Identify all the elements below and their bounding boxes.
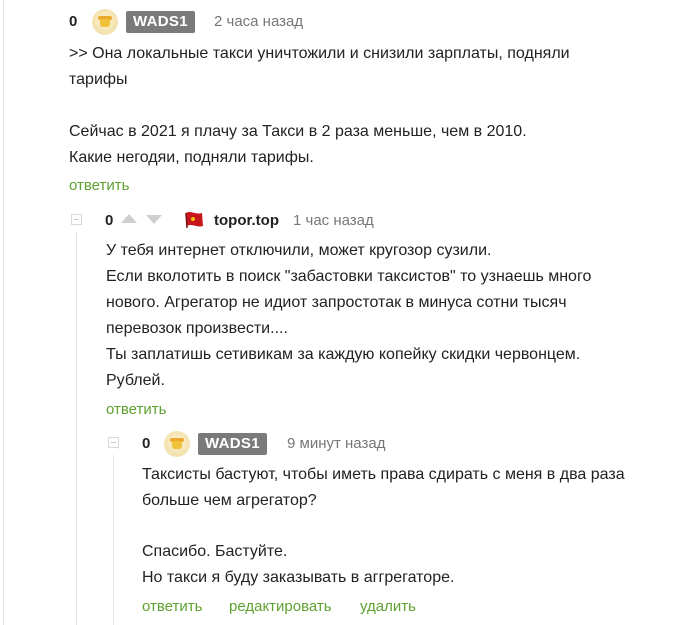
- edit-button[interactable]: редактировать: [229, 598, 332, 615]
- reply-button[interactable]: ответить: [69, 177, 129, 194]
- comment-body-line: Спасибо. Бастуйте.: [142, 543, 288, 560]
- comment-time[interactable]: 1 час назад: [293, 212, 374, 229]
- comment-body-line: Но такси я буду заказывать в аггрегаторе…: [142, 569, 455, 586]
- comment-body-line: Какие негодяи, подняли тарифы.: [69, 149, 314, 166]
- avatar-box-icon: [100, 19, 110, 27]
- collapse-thread-button[interactable]: [71, 214, 82, 225]
- comment-body-line: Если вколотить в поиск "забастовки такси…: [106, 268, 592, 285]
- comment-body-line: больше чем агрегатор?: [142, 492, 317, 509]
- comment-body-line: тарифы: [69, 71, 128, 88]
- delete-button[interactable]: удалить: [360, 598, 416, 615]
- vote-down-icon[interactable]: [146, 215, 162, 224]
- comment-time[interactable]: 2 часа назад: [214, 13, 303, 30]
- username-badge[interactable]: WADS1: [126, 11, 195, 33]
- user-avatar[interactable]: [92, 9, 118, 35]
- comment-body-line: Таксисты бастуют, чтобы иметь права сдир…: [142, 466, 625, 483]
- comment-rating: 0: [105, 212, 114, 229]
- collapse-thread-button[interactable]: [108, 437, 119, 448]
- reply-button[interactable]: ответить: [106, 401, 166, 418]
- comment-rating: 0: [69, 13, 78, 30]
- user-avatar[interactable]: [164, 431, 190, 457]
- vote-up-icon[interactable]: [121, 214, 137, 223]
- reply-button[interactable]: ответить: [142, 598, 202, 615]
- comment-body-line: Сейчас в 2021 я плачу за Такси в 2 раза …: [69, 123, 527, 140]
- thread-line-level-0: [3, 0, 4, 625]
- comment-body-line: Ты заплатишь сетивикам за каждую копейку…: [106, 346, 581, 363]
- username-link[interactable]: topor.top: [214, 212, 279, 229]
- thread-line-level-2: [113, 455, 114, 625]
- avatar-box-icon: [172, 441, 182, 449]
- comment-body-line: нового. Агрегатор не идиот запростотак в…: [106, 294, 567, 311]
- topor-flag-avatar-icon[interactable]: [183, 210, 205, 230]
- comment-body-line: У тебя интернет отключили, может кругозо…: [106, 242, 492, 259]
- comment-body-line: >> Она локальные такси уничтожили и сниз…: [69, 45, 570, 62]
- thread-line-level-1: [76, 232, 77, 625]
- comment-body-line: Рублей.: [106, 372, 165, 389]
- comment-rating: 0: [142, 435, 151, 452]
- comment-body-line: перевозок произвести....: [106, 320, 288, 337]
- username-badge[interactable]: WADS1: [198, 433, 267, 455]
- comment-time[interactable]: 9 минут назад: [287, 435, 385, 452]
